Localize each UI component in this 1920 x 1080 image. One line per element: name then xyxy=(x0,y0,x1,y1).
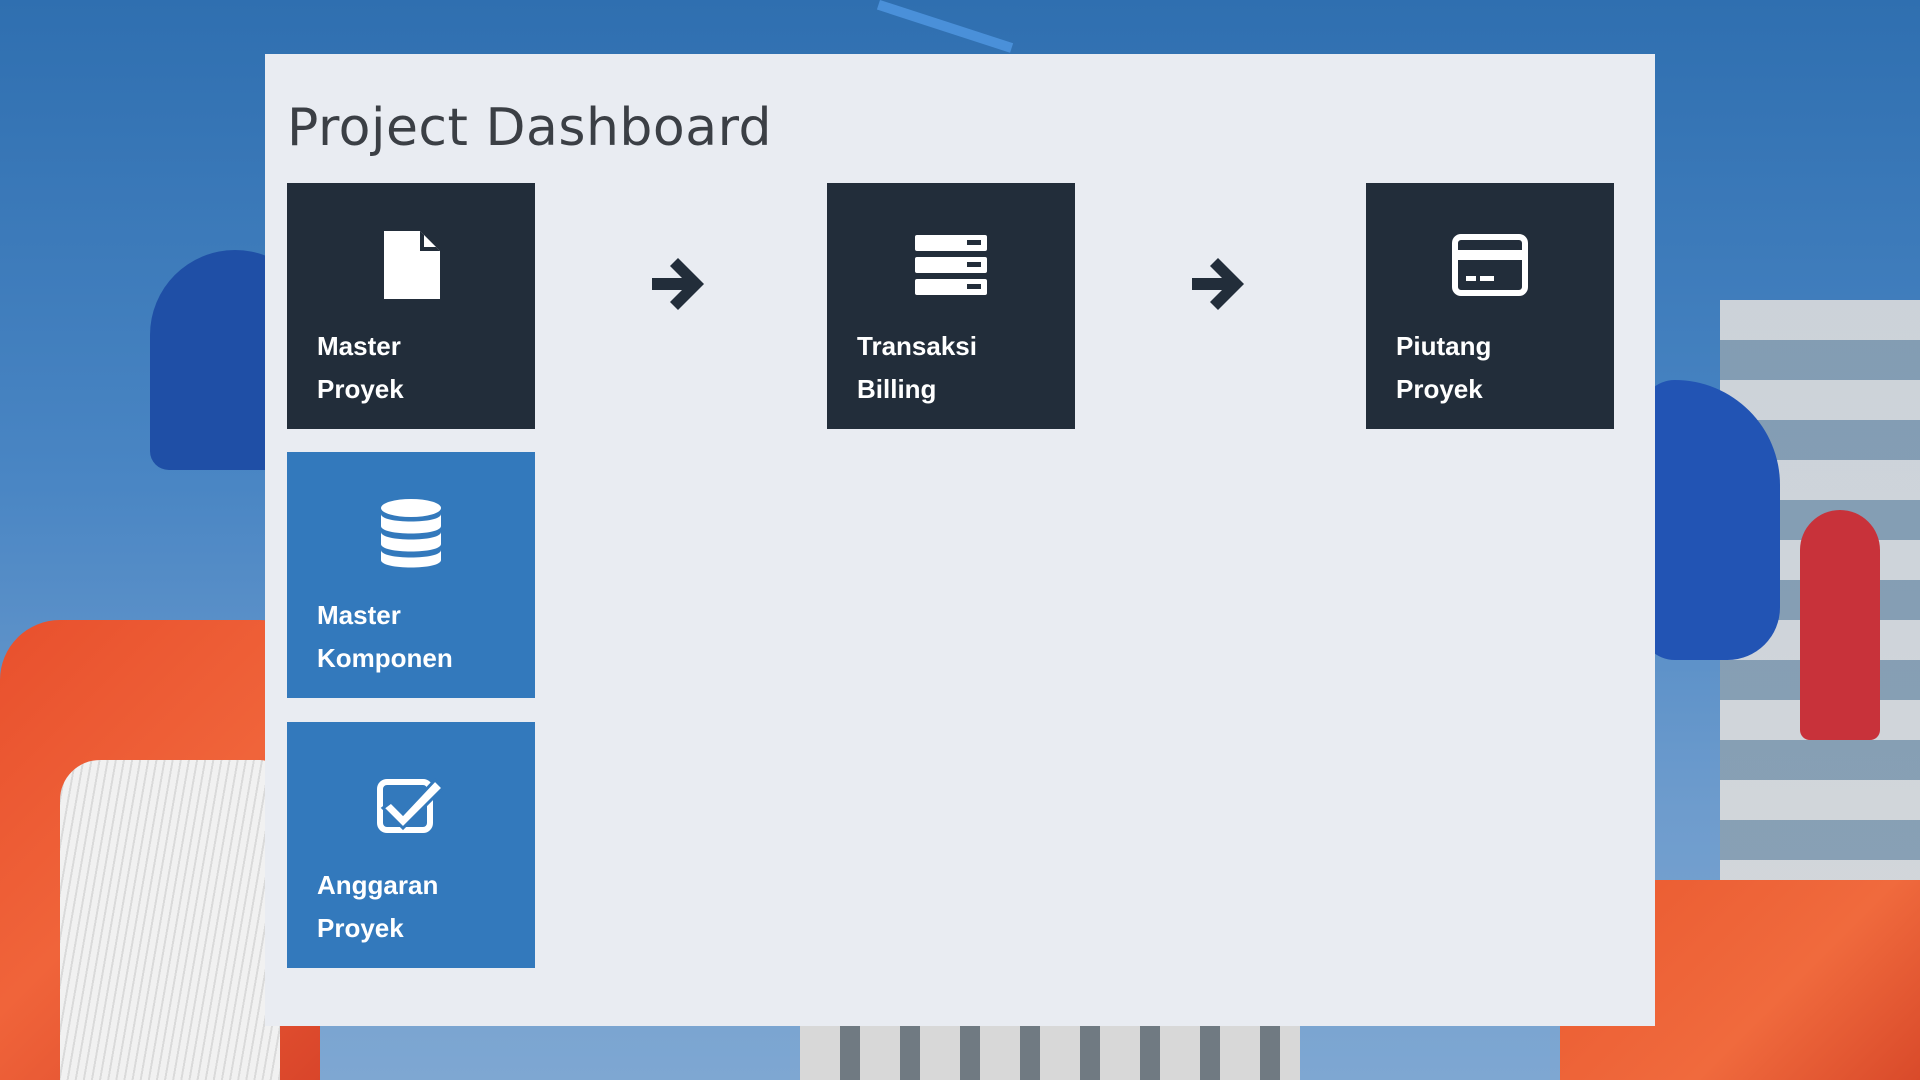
tile-label: Anggaran Proyek xyxy=(317,870,439,943)
server-icon xyxy=(827,229,1075,301)
arrow-right-icon xyxy=(646,252,710,316)
tile-master-komponen[interactable]: Master Komponen xyxy=(287,452,535,698)
tile-anggaran-proyek[interactable]: Anggaran Proyek xyxy=(287,722,535,968)
arrow-right-icon xyxy=(1186,252,1250,316)
file-icon xyxy=(287,229,535,301)
tile-transaksi-billing[interactable]: Transaksi Billing xyxy=(827,183,1075,429)
database-icon xyxy=(287,498,535,570)
tile-piutang-proyek[interactable]: Piutang Proyek xyxy=(1366,183,1614,429)
tile-master-proyek[interactable]: Master Proyek xyxy=(287,183,535,429)
tile-label: Master Proyek xyxy=(317,331,404,404)
page-title: Project Dashboard xyxy=(287,98,773,158)
tile-label: Transaksi Billing xyxy=(857,331,977,404)
background-building-bottom xyxy=(800,1025,1300,1080)
background-worker-left-shirt xyxy=(60,760,280,1080)
background-building-mural xyxy=(1800,510,1880,740)
background-crane xyxy=(876,0,1014,53)
tile-label: Piutang Proyek xyxy=(1396,331,1492,404)
checkbox-icon xyxy=(287,768,535,840)
tile-label: Master Komponen xyxy=(317,600,453,673)
background-worker-right-helmet xyxy=(1640,380,1780,660)
credit-card-icon xyxy=(1366,229,1614,301)
dashboard-panel: Project Dashboard Master Proyek Transaks… xyxy=(265,54,1655,1026)
